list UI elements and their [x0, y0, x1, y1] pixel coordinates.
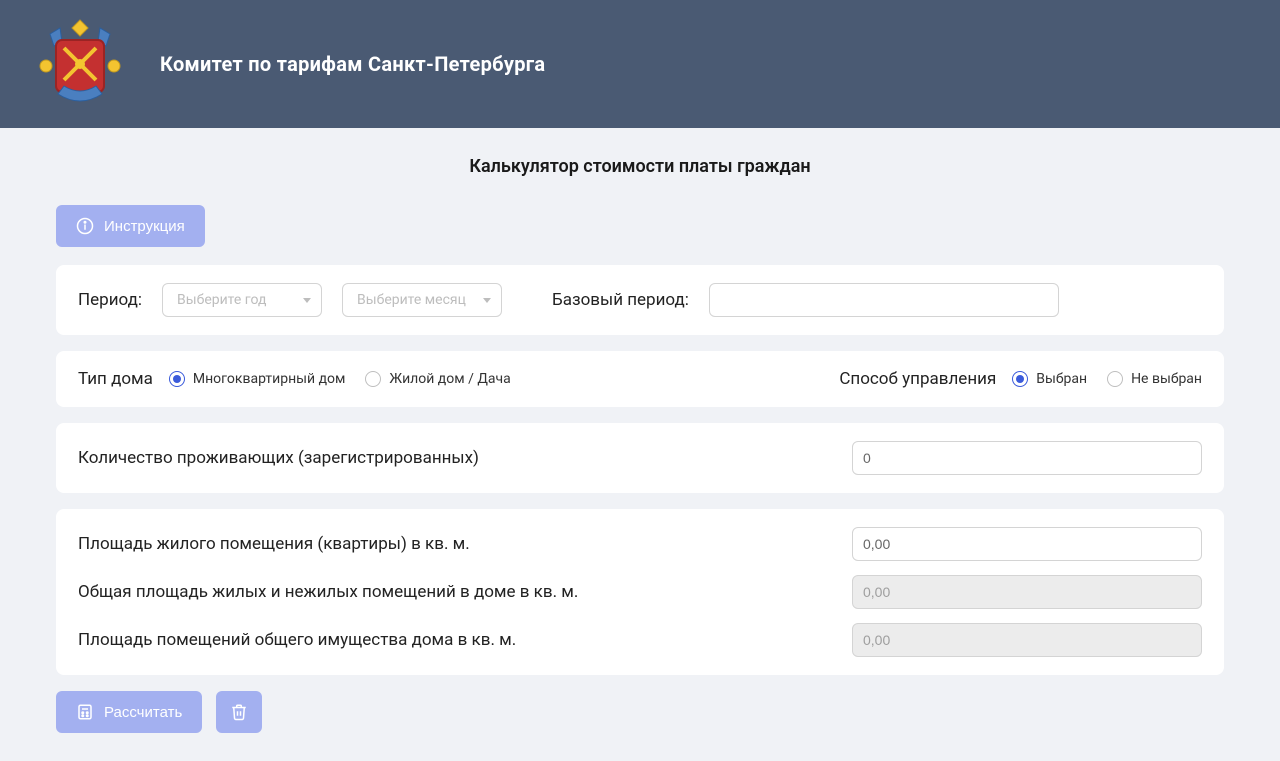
- common-area-row: Площадь помещений общего имущества дома …: [78, 623, 1202, 657]
- total-area-row: Общая площадь жилых и нежилых помещений …: [78, 575, 1202, 609]
- radio-checked-icon: [1012, 371, 1028, 387]
- calculate-button-label: Рассчитать: [104, 704, 182, 721]
- residents-label: Количество проживающих (зарегистрированн…: [78, 448, 852, 468]
- period-label: Период:: [78, 290, 142, 310]
- common-area-input: [852, 623, 1202, 657]
- house-type-group: Тип дома Многоквартирный дом Жилой дом /…: [78, 369, 511, 389]
- month-select-placeholder: Выберите месяц: [357, 292, 466, 308]
- living-area-label: Площадь жилого помещения (квартиры) в кв…: [78, 534, 852, 554]
- management-radios: Выбран Не выбран: [1012, 371, 1202, 387]
- actions-row: Рассчитать: [56, 691, 1224, 733]
- coat-of-arms-logo: [32, 16, 128, 112]
- instruction-button[interactable]: Инструкция: [56, 205, 205, 247]
- management-selected-radio[interactable]: Выбран: [1012, 371, 1087, 387]
- year-select[interactable]: Выберите год: [162, 283, 322, 317]
- house-management-row: Тип дома Многоквартирный дом Жилой дом /…: [78, 369, 1202, 389]
- house-type-apartment-radio[interactable]: Многоквартирный дом: [169, 371, 346, 387]
- living-area-row: Площадь жилого помещения (квартиры) в кв…: [78, 527, 1202, 561]
- management-group: Способ управления Выбран Не выбран: [839, 369, 1202, 389]
- management-notselected-radio[interactable]: Не выбран: [1107, 371, 1202, 387]
- radio-checked-icon: [169, 371, 185, 387]
- base-period-label: Базовый период:: [552, 290, 689, 310]
- radio-unchecked-icon: [365, 371, 381, 387]
- house-type-apartment-label: Многоквартирный дом: [193, 371, 346, 387]
- management-label: Способ управления: [839, 369, 996, 389]
- residents-card: Количество проживающих (зарегистрированн…: [56, 423, 1224, 493]
- calculator-icon: [76, 703, 94, 721]
- residents-input[interactable]: [852, 441, 1202, 475]
- calculate-button[interactable]: Рассчитать: [56, 691, 202, 733]
- instruction-button-label: Инструкция: [104, 218, 185, 235]
- period-row: Период: Выберите год Выберите месяц Базо…: [78, 283, 1202, 317]
- management-notselected-label: Не выбран: [1131, 371, 1202, 387]
- app-header: Комитет по тарифам Санкт-Петербурга: [0, 0, 1280, 128]
- radio-unchecked-icon: [1107, 371, 1123, 387]
- total-area-label: Общая площадь жилых и нежилых помещений …: [78, 582, 852, 602]
- month-select[interactable]: Выберите месяц: [342, 283, 502, 317]
- header-title: Комитет по тарифам Санкт-Петербурга: [160, 52, 545, 76]
- house-management-card: Тип дома Многоквартирный дом Жилой дом /…: [56, 351, 1224, 407]
- common-area-label: Площадь помещений общего имущества дома …: [78, 630, 852, 650]
- house-type-label: Тип дома: [78, 369, 153, 389]
- residents-row: Количество проживающих (зарегистрированн…: [78, 441, 1202, 475]
- year-select-placeholder: Выберите год: [177, 292, 266, 308]
- total-area-input: [852, 575, 1202, 609]
- house-type-dacha-label: Жилой дом / Дача: [389, 371, 510, 387]
- living-area-input[interactable]: [852, 527, 1202, 561]
- page-title: Калькулятор стоимости платы граждан: [56, 156, 1224, 177]
- house-type-radios: Многоквартирный дом Жилой дом / Дача: [169, 371, 511, 387]
- trash-icon: [230, 703, 248, 721]
- area-card: Площадь жилого помещения (квартиры) в кв…: [56, 509, 1224, 675]
- main-content: Калькулятор стоимости платы граждан Инст…: [0, 128, 1280, 761]
- house-type-dacha-radio[interactable]: Жилой дом / Дача: [365, 371, 510, 387]
- management-selected-label: Выбран: [1036, 371, 1087, 387]
- period-card: Период: Выберите год Выберите месяц Базо…: [56, 265, 1224, 335]
- instruction-row: Инструкция: [56, 205, 1224, 247]
- base-period-input[interactable]: [709, 283, 1059, 317]
- info-icon: [76, 217, 94, 235]
- clear-button[interactable]: [216, 691, 262, 733]
